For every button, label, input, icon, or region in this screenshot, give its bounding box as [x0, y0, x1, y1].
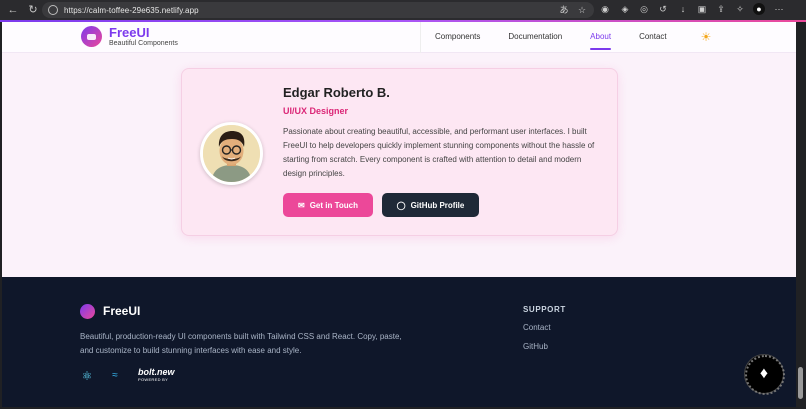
- screenshot-icon[interactable]: ▣: [696, 3, 708, 15]
- react-icon[interactable]: ⚛: [80, 369, 94, 383]
- mail-icon: ✉: [298, 200, 305, 210]
- person-bio: Passionate about creating beautiful, acc…: [283, 127, 595, 178]
- nav-item-components[interactable]: Components: [421, 22, 494, 53]
- browser-toolbar: ← ↻ https://calm-toffee-29e635.netlify.a…: [0, 0, 806, 20]
- person-role: UI/UX Designer: [283, 106, 349, 116]
- lock-icon: [48, 5, 58, 15]
- extension-icon[interactable]: ◈: [619, 3, 631, 15]
- github-profile-label: GitHub Profile: [410, 200, 465, 210]
- bolt-caption: POWERED BY: [138, 377, 169, 382]
- site-header: FreeUI Beautiful Components Components D…: [2, 22, 796, 53]
- sun-icon[interactable]: ☀: [699, 30, 713, 44]
- footer-tech-icons: ⚛ ≈ bolt.new POWERED BY: [80, 368, 175, 383]
- support-heading: SUPPORT: [523, 305, 566, 314]
- address-bar[interactable]: https://calm-toffee-29e635.netlify.app あ…: [42, 2, 594, 18]
- footer-logo-icon[interactable]: [80, 304, 95, 319]
- github-icon: ◯: [396, 200, 406, 210]
- bolt-badge[interactable]: bolt.new POWERED BY: [138, 368, 175, 383]
- github-profile-button[interactable]: ◯ GitHub Profile: [382, 193, 479, 217]
- history-icon[interactable]: ↺: [657, 3, 669, 15]
- extension-icon[interactable]: ◎: [638, 3, 650, 15]
- bolt-floating-badge[interactable]: ♦: [744, 354, 785, 395]
- person-name: Edgar Roberto B.: [283, 85, 390, 100]
- back-icon[interactable]: ←: [6, 3, 20, 17]
- brand-name[interactable]: FreeUI: [109, 25, 149, 40]
- share-icon[interactable]: ⇪: [715, 3, 727, 15]
- page-scrollbar[interactable]: [796, 22, 806, 407]
- badge-ring: [745, 355, 785, 395]
- brand-tagline: Beautiful Components: [109, 40, 178, 47]
- logo-icon[interactable]: [81, 26, 102, 47]
- browser-window: ← ↻ https://calm-toffee-29e635.netlify.a…: [0, 0, 806, 409]
- star-icon[interactable]: ☆: [576, 4, 588, 16]
- nav-item-documentation[interactable]: Documentation: [494, 22, 576, 53]
- profile-card: Edgar Roberto B. UI/UX Designer Passiona…: [181, 68, 618, 236]
- footer-link-contact[interactable]: Contact: [523, 323, 551, 332]
- download-icon[interactable]: ↓: [677, 3, 689, 15]
- avatar: [200, 122, 263, 185]
- get-in-touch-label: Get in Touch: [309, 200, 358, 210]
- extension-icon[interactable]: ◉: [599, 3, 611, 15]
- translate-icon[interactable]: あ: [558, 4, 570, 16]
- extensions-icon[interactable]: ✧: [734, 3, 746, 15]
- tailwind-icon[interactable]: ≈: [108, 369, 122, 383]
- scrollbar-thumb[interactable]: [798, 367, 803, 399]
- reload-icon[interactable]: ↻: [26, 3, 40, 17]
- avatar-illustration: [203, 125, 260, 182]
- nav-item-contact[interactable]: Contact: [625, 22, 681, 53]
- profile-icon[interactable]: ●: [753, 3, 765, 15]
- footer-description: Beautiful, production-ready UI component…: [80, 332, 402, 355]
- bolt-logo-text: bolt.new: [138, 367, 175, 377]
- page-viewport: FreeUI Beautiful Components Components D…: [2, 22, 796, 407]
- nav-item-about[interactable]: About: [576, 22, 625, 53]
- footer-link-github[interactable]: GitHub: [523, 342, 548, 351]
- footer-brand[interactable]: FreeUI: [103, 304, 140, 318]
- main-nav: Components Documentation About Contact: [420, 22, 681, 53]
- address-url[interactable]: https://calm-toffee-29e635.netlify.app: [64, 6, 199, 15]
- get-in-touch-button[interactable]: ✉ Get in Touch: [283, 193, 373, 217]
- menu-icon[interactable]: ⋯: [773, 3, 785, 15]
